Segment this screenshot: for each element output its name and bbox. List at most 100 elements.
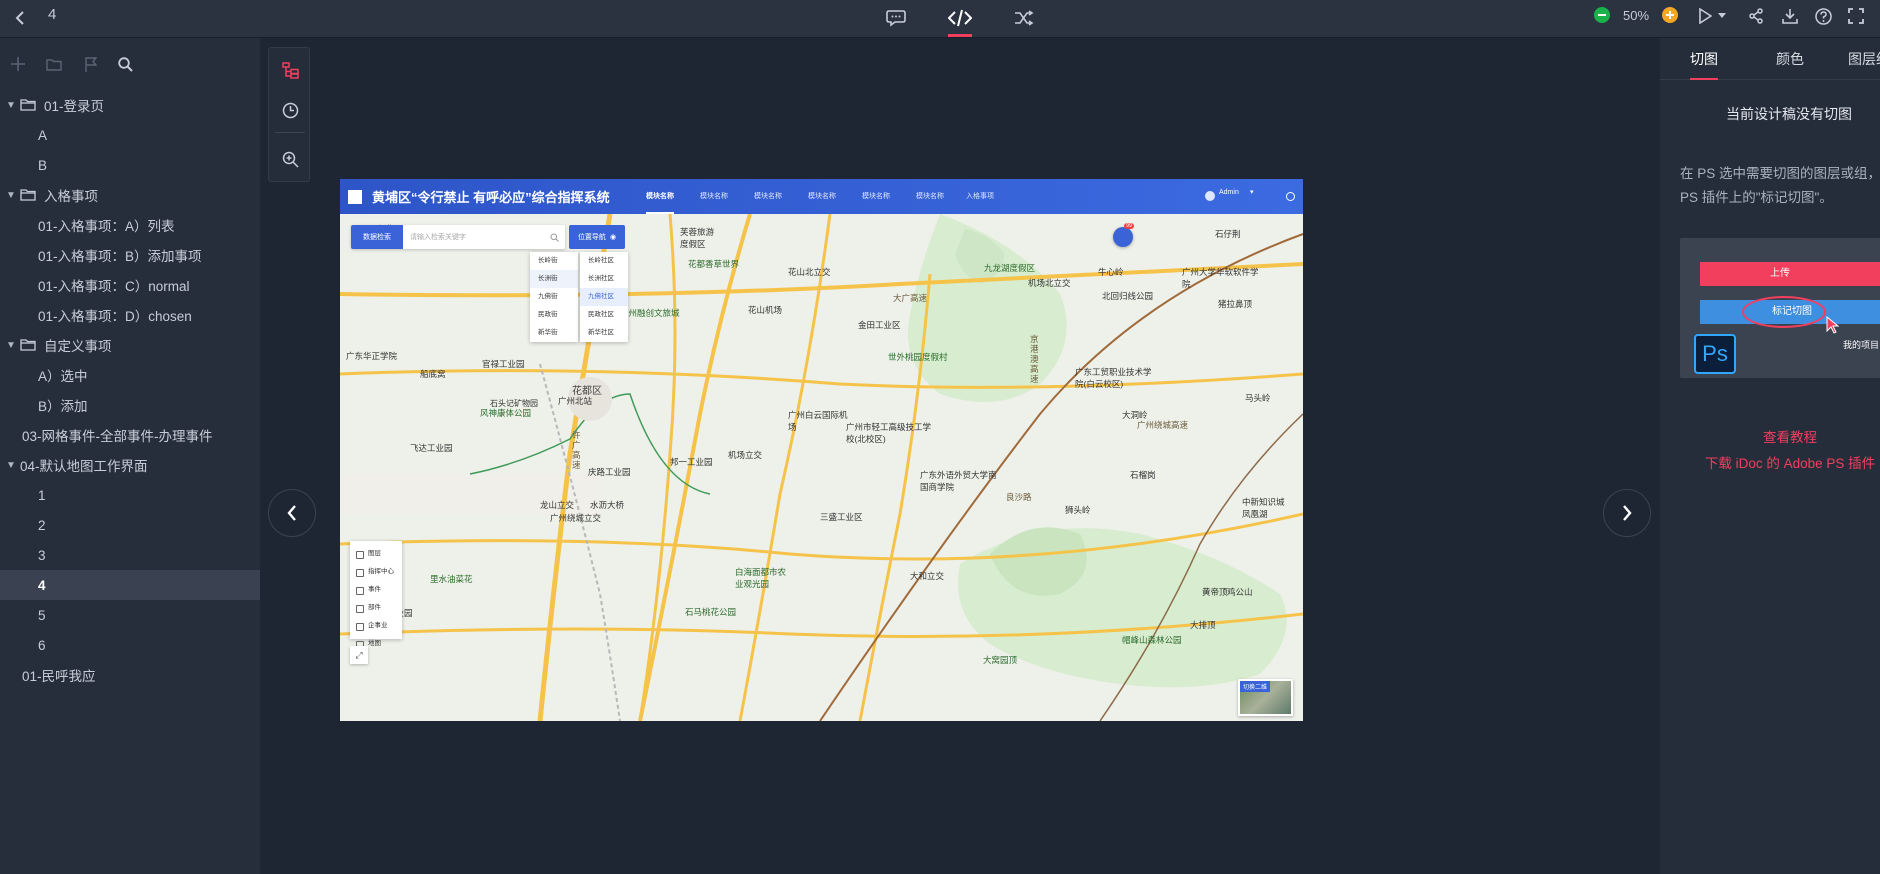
folder-add-icon[interactable] [43,54,65,74]
page-number: 4 [48,6,57,23]
dropdown-item[interactable]: 新华社区 [580,324,628,342]
dropdown-item[interactable]: 新华街 [530,324,578,342]
folder-icon [20,189,36,201]
map-label: 北回归线公园 [1102,291,1154,301]
tree-item-label: 2 [38,517,46,533]
layer-menu-item[interactable]: 指挥中心 [350,563,402,581]
layer-menu-item[interactable]: 事件 [350,581,402,599]
shuffle-icon[interactable] [1010,4,1038,32]
tree-page[interactable]: 01-民呼我应 [0,660,260,690]
chevron-down-icon[interactable] [1716,8,1728,24]
search-icon[interactable] [115,54,135,74]
tree-page[interactable]: 3 [0,540,260,570]
artboard-preview[interactable]: 黄埔区“令行禁止 有呼必应”综合指挥系统 模块名称 模块名称 模块名称 模块名称… [340,179,1303,721]
message-icon[interactable]: 99 [1113,223,1135,247]
tree-page[interactable]: 03-网格事件-全部事件-办理事件 [0,420,260,450]
comment-icon[interactable] [882,4,910,32]
tree-folder[interactable]: ▼ 自定义事项 [0,330,260,360]
layer-menu-item[interactable]: 图层 [350,545,402,563]
dropdown-item[interactable]: 长岭街 [530,252,578,270]
caret-down-icon[interactable]: ▼ [6,340,16,351]
power-icon[interactable] [1286,192,1295,201]
map-label: 广东外语外贸大学南国商学院 [920,470,997,492]
play-icon[interactable] [1694,4,1716,28]
flag-icon[interactable] [80,54,100,74]
location-pin-icon: ◉ [609,234,617,241]
expand-icon[interactable]: ⤢ [350,646,368,664]
download-plugin-link[interactable]: 下载 iDoc 的 Adobe PS 插件 [1660,452,1880,472]
dropdown-item[interactable]: 民政社区 [580,306,628,324]
artboard-nav-item[interactable]: 模块名称 [916,179,944,214]
artboard-nav-item[interactable]: 模块名称 [754,179,782,214]
tree-folder[interactable]: ▼ 01-登录页 [0,90,260,120]
history-clock-icon[interactable] [278,98,302,122]
map-label: 花山机场 [748,305,783,315]
tree-page[interactable]: 01-入格事项：B）添加事项 [0,240,260,270]
download-icon[interactable] [1778,4,1802,28]
dropdown-item[interactable]: 长岭社区 [580,252,628,270]
artboard-nav-item[interactable]: 入格事项 [966,179,994,214]
artboard-nav-item[interactable]: 模块名称 [862,179,890,214]
map-view[interactable]: 花都区 广州白云国际机场 九龙湖度假区 帽峰山森林公园 大窝园顶 大广高速 许广… [340,214,1303,721]
caret-down-icon[interactable]: ▼ [6,190,16,201]
help-icon[interactable] [1811,4,1835,28]
tree-page[interactable]: 6 [0,630,260,660]
tree-page[interactable]: B [0,150,260,180]
tree-folder[interactable]: ▼ 04-默认地图工作界面 [0,450,260,480]
tab-colors[interactable]: 颜色 [1776,38,1804,80]
tab-slices[interactable]: 切图 [1690,38,1718,80]
prev-page-button[interactable] [268,489,316,537]
view-tutorial-link[interactable]: 查看教程 [1660,426,1880,446]
tree-page[interactable]: 01-入格事项：A）列表 [0,210,260,240]
tree-page[interactable]: 2 [0,510,260,540]
tree-page[interactable]: A [0,120,260,150]
tree-page[interactable]: 4 [0,570,260,600]
sidebar-toolbar [0,38,260,90]
caret-down-icon[interactable]: ▼ [6,460,16,471]
zoom-level: 50% [1623,8,1650,23]
back-arrow-icon[interactable] [10,5,32,31]
tree-folder[interactable]: ▼ 入格事项 [0,180,260,210]
tree-item-label: 01-民呼我应 [22,669,96,684]
artboard-nav-item[interactable]: 模块名称 [646,179,674,214]
caret-down-icon[interactable]: ▼ [6,100,16,111]
zoom-out-icon[interactable] [1594,7,1610,23]
location-nav-button[interactable]: 位置导航 ◉ [569,225,625,249]
tree-page[interactable]: B）添加 [0,390,260,420]
dropdown-item[interactable]: 九佛社区 [580,288,628,306]
fullscreen-icon[interactable] [1844,4,1868,28]
zoom-icon[interactable] [278,147,302,171]
data-search-button[interactable]: 数据检索 [351,225,403,249]
zoom-in-icon[interactable] [1662,7,1678,23]
layer-menu-item[interactable]: 企事业 [350,617,402,635]
dropdown-item[interactable]: 长洲社区 [580,270,628,288]
map-label: 石榴岗 [1130,470,1156,480]
artboard-nav-item[interactable]: 模块名称 [700,179,728,214]
tree-page[interactable]: 5 [0,600,260,630]
sitemap-icon[interactable] [278,58,302,82]
page-sidebar: ▼ 01-登录页 A B ▼ 入格事项 01-入格事项：A）列表 01-入格事项：B）添加事项… [0,38,260,874]
map-label: 大排顶 [1190,620,1216,630]
tree-page[interactable]: 01-入格事项：D）chosen [0,300,260,330]
tree-page[interactable]: 01-入格事项：C）normal [0,270,260,300]
inspector-panel: 切图 颜色 图层结构 当前设计稿没有切图 在 PS 选中需要切图的图层或组，然后… [1660,38,1880,874]
map-label: 狮头岭 [1065,505,1091,515]
dropdown-item[interactable]: 九佛街 [530,288,578,306]
tree-item-label: A [38,127,48,143]
map-search-input[interactable]: 请输入检索关键字 [403,232,550,242]
tab-layers[interactable]: 图层结构 [1848,38,1880,80]
dropdown-item[interactable]: 长洲街 [530,270,578,288]
map-label: 广州绕城立交 [550,513,602,523]
tree-page[interactable]: 1 [0,480,260,510]
share-icon[interactable] [1744,4,1768,28]
tree-item-label: 01-入格事项：C）normal [38,279,190,294]
code-icon[interactable] [944,2,976,34]
map-mode-thumbnail[interactable]: 切换二维 [1238,679,1293,716]
next-page-button[interactable] [1603,489,1651,537]
tree-page[interactable]: A）选中 [0,360,260,390]
artboard-nav-item[interactable]: 模块名称 [808,179,836,214]
layer-menu-item[interactable]: 部件 [350,599,402,617]
add-icon[interactable] [8,54,28,74]
dropdown-item[interactable]: 民政街 [530,306,578,324]
admin-name[interactable]: Admin [1219,189,1239,196]
